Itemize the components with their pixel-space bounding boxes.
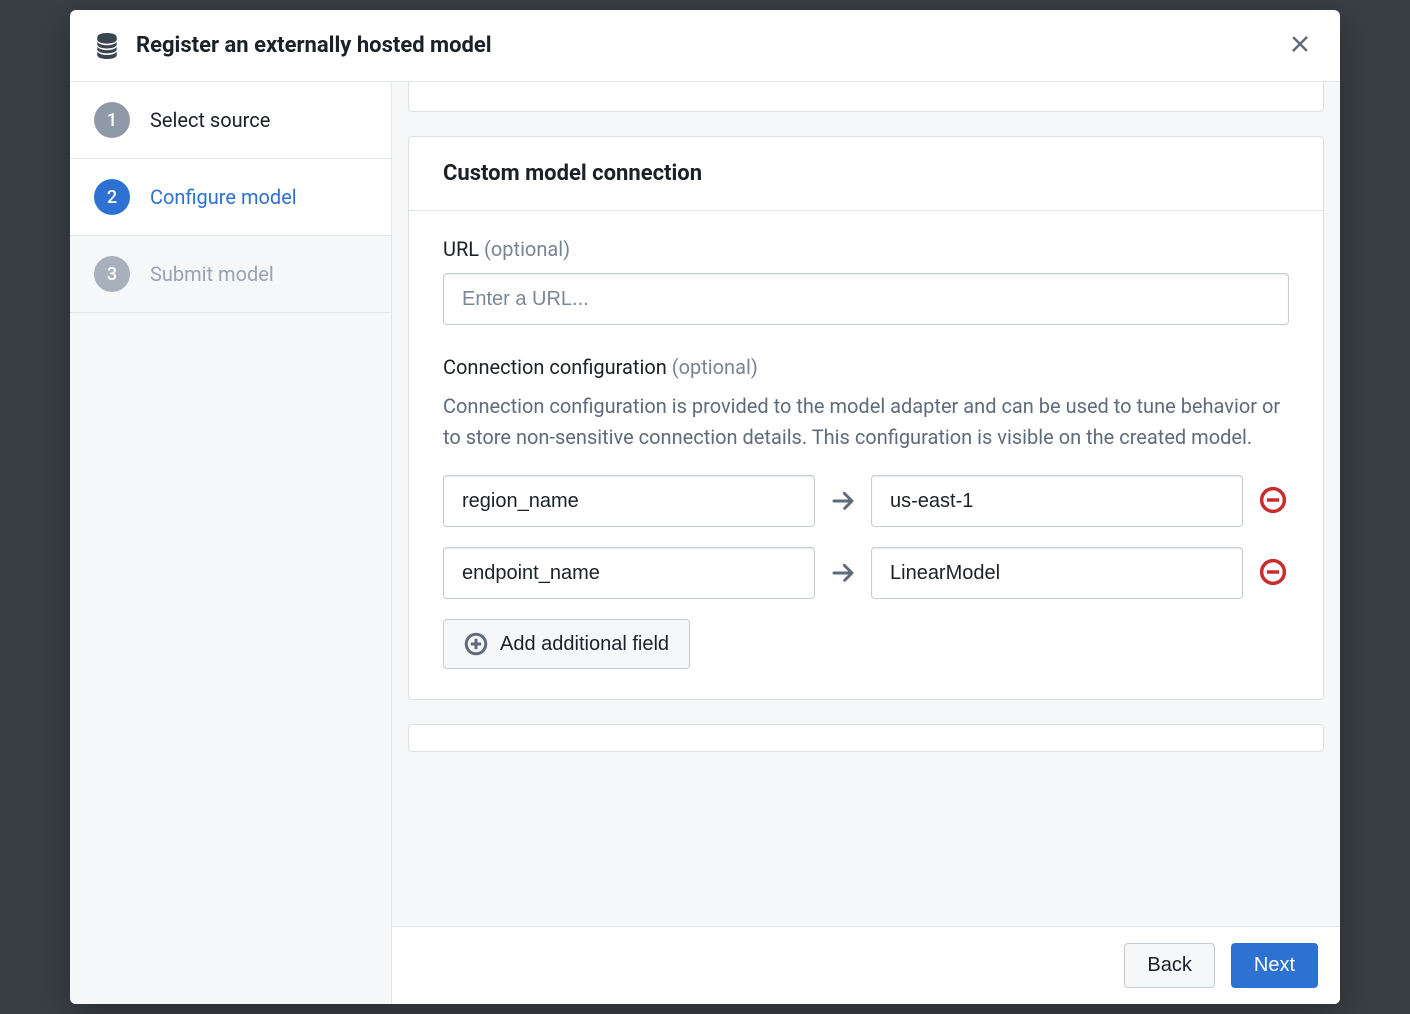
wizard-steps-sidebar: 1 Select source 2 Configure model 3 Subm… bbox=[70, 82, 392, 1004]
step-submit-model[interactable]: 3 Submit model bbox=[70, 236, 391, 313]
next-panel-top bbox=[408, 724, 1324, 752]
step-label: Submit model bbox=[150, 262, 274, 286]
register-model-dialog: Register an externally hosted model 1 Se… bbox=[70, 10, 1340, 1004]
config-key-input[interactable] bbox=[443, 475, 815, 527]
step-label: Configure model bbox=[150, 185, 297, 209]
dialog-title: Register an externally hosted model bbox=[136, 33, 1284, 58]
arrow-right-icon bbox=[829, 561, 857, 585]
config-key-input[interactable] bbox=[443, 547, 815, 599]
next-button[interactable]: Next bbox=[1231, 943, 1318, 988]
step-number-badge: 3 bbox=[94, 256, 130, 292]
step-select-source[interactable]: 1 Select source bbox=[70, 82, 391, 159]
remove-row-button[interactable] bbox=[1257, 484, 1289, 519]
url-optional: (optional) bbox=[484, 237, 570, 261]
url-label: URL bbox=[443, 237, 479, 261]
close-button[interactable] bbox=[1284, 28, 1316, 63]
config-optional: (optional) bbox=[672, 355, 758, 379]
config-value-input[interactable] bbox=[871, 547, 1243, 599]
config-value-input[interactable] bbox=[871, 475, 1243, 527]
config-help-text: Connection configuration is provided to … bbox=[443, 391, 1289, 453]
config-row bbox=[443, 547, 1289, 599]
step-number-badge: 2 bbox=[94, 179, 130, 215]
remove-icon bbox=[1259, 558, 1287, 589]
arrow-right-icon bbox=[829, 489, 857, 513]
url-input[interactable] bbox=[443, 273, 1289, 325]
add-field-label: Add additional field bbox=[500, 633, 669, 656]
previous-panel-bottom bbox=[408, 82, 1324, 112]
plus-circle-icon bbox=[464, 632, 488, 656]
database-icon bbox=[94, 33, 120, 59]
config-row bbox=[443, 475, 1289, 527]
step-configure-model[interactable]: 2 Configure model bbox=[70, 159, 391, 236]
back-button[interactable]: Back bbox=[1124, 943, 1214, 988]
content-area: Custom model connection URL (optional) C… bbox=[392, 82, 1340, 1004]
url-label-row: URL (optional) bbox=[443, 237, 1289, 261]
config-label-row: Connection configuration (optional) bbox=[443, 355, 1289, 379]
dialog-footer: Back Next bbox=[392, 926, 1340, 1004]
scroll-area[interactable]: Custom model connection URL (optional) C… bbox=[392, 82, 1340, 926]
panel-body: URL (optional) Connection configuration … bbox=[409, 211, 1323, 699]
panel-title: Custom model connection bbox=[409, 137, 1323, 211]
step-label: Select source bbox=[150, 108, 270, 132]
add-field-button[interactable]: Add additional field bbox=[443, 619, 690, 669]
remove-row-button[interactable] bbox=[1257, 556, 1289, 591]
dialog-header: Register an externally hosted model bbox=[70, 10, 1340, 82]
config-label: Connection configuration bbox=[443, 355, 667, 379]
custom-model-connection-panel: Custom model connection URL (optional) C… bbox=[408, 136, 1324, 700]
step-number-badge: 1 bbox=[94, 102, 130, 138]
dialog-body: 1 Select source 2 Configure model 3 Subm… bbox=[70, 82, 1340, 1004]
remove-icon bbox=[1259, 486, 1287, 517]
close-icon bbox=[1290, 34, 1310, 57]
